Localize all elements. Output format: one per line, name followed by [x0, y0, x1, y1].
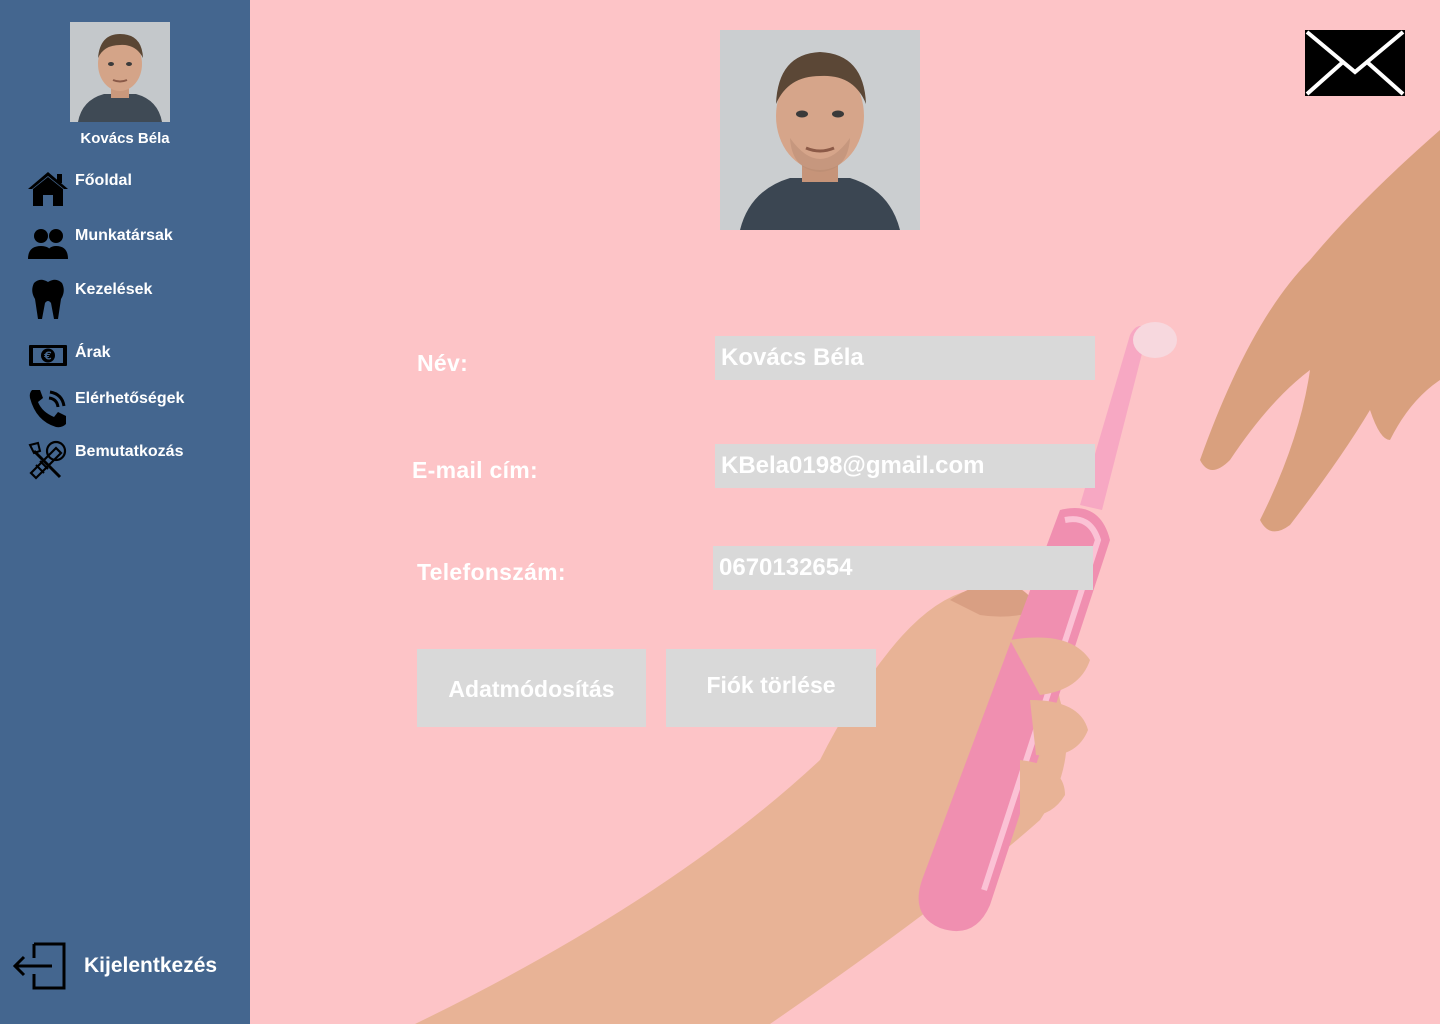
sidebar-item-label: Bemutatkozás	[75, 443, 184, 460]
profile-photo	[720, 30, 920, 230]
phone-label: Telefonszám:	[417, 559, 566, 585]
envelope-icon	[1305, 30, 1405, 96]
sidebar-item-label: Főoldal	[75, 172, 132, 189]
delete-account-button[interactable]: Fiók törlése	[666, 649, 876, 727]
logout-button[interactable]: Kijelentkezés	[12, 940, 217, 992]
phone-field[interactable]	[713, 546, 1093, 590]
logout-label: Kijelentkezés	[84, 954, 218, 977]
tools-icon	[28, 440, 67, 480]
sidebar-item-label: Árak	[75, 344, 111, 361]
sidebar-item-arak[interactable]: € Árak	[26, 340, 111, 384]
sidebar-avatar	[70, 22, 170, 122]
sidebar-item-munkatarsak[interactable]: Munkatársak	[26, 223, 173, 267]
sidebar-item-label: Munkatársak	[75, 227, 173, 244]
logout-icon	[12, 942, 66, 990]
people-icon	[28, 229, 68, 259]
edit-data-button[interactable]: Adatmódosítás	[417, 649, 646, 727]
sidebar-item-label: Elérhetőségek	[75, 390, 185, 407]
phone-icon	[29, 390, 66, 428]
mail-button[interactable]	[1305, 30, 1405, 96]
name-label: Név:	[417, 350, 469, 376]
svg-text:€: €	[43, 350, 52, 363]
home-icon	[28, 172, 68, 206]
sidebar: Kovács Béla Főoldal Munkatársak Kezelése…	[0, 0, 250, 1024]
email-field[interactable]	[715, 444, 1095, 488]
email-label: E-mail cím:	[412, 457, 539, 483]
main-content: Név: E-mail cím: Telefonszám: Adatmódosí…	[250, 0, 1440, 1024]
tooth-icon	[32, 279, 64, 319]
sidebar-item-bemutatkozas[interactable]: Bemutatkozás	[26, 439, 183, 483]
sidebar-item-label: Kezelések	[75, 281, 153, 298]
name-field[interactable]	[715, 336, 1095, 380]
euro-banknote-icon: €	[29, 345, 67, 366]
sidebar-item-elerhetosegek[interactable]: Elérhetőségek	[26, 386, 184, 430]
sidebar-item-kezelesek[interactable]: Kezelések	[26, 277, 152, 321]
sidebar-user-name: Kovács Béla	[80, 130, 170, 147]
sidebar-item-fooldal[interactable]: Főoldal	[26, 168, 132, 212]
